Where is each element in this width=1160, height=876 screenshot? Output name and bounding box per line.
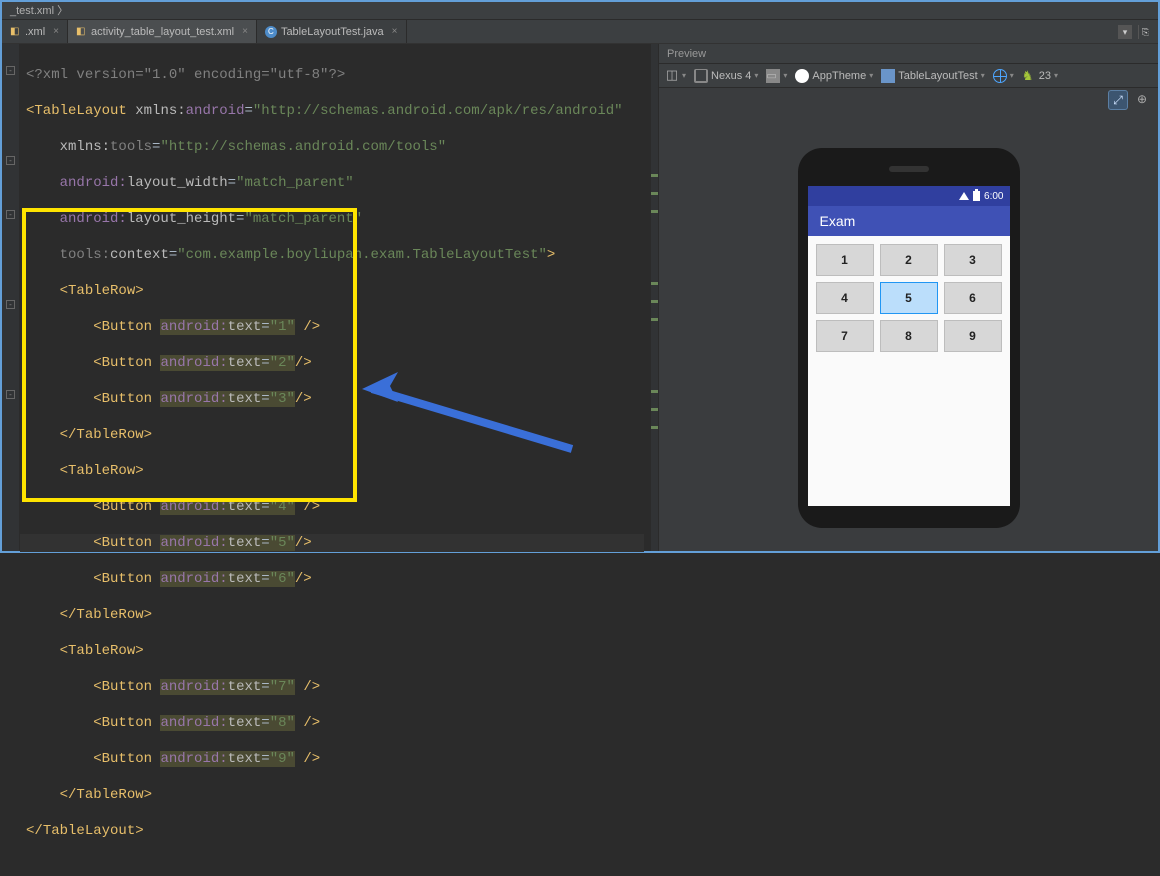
preview-toolbar: ◫▾ Nexus 4▾ ▭▾ AppTheme▾ TableLayoutTest… — [659, 64, 1158, 88]
phone-screen: 6:00 Exam 1 2 3 4 5 6 7 8 9 — [808, 186, 1010, 506]
layout-file-selector[interactable]: TableLayoutTest▾ — [881, 69, 985, 83]
tab-xml-1[interactable]: ◧ .xml × — [2, 20, 68, 43]
fold-toggle-icon[interactable]: - — [6, 66, 15, 75]
editor-gutter[interactable]: - - - - - — [2, 44, 20, 551]
editor-pane: - - - - - <?xml version="1.0" encoding="… — [2, 44, 658, 551]
marker-bar[interactable] — [650, 44, 658, 551]
fold-toggle-icon[interactable]: - — [6, 210, 15, 219]
editor-tabs: ◧ .xml × ◧ activity_table_layout_test.xm… — [2, 20, 1158, 44]
grid-button-5[interactable]: 5 — [880, 282, 938, 314]
globe-icon — [993, 69, 1007, 83]
orientation-icon: ▭ — [766, 69, 780, 83]
orientation-button[interactable]: ▭▾ — [766, 69, 787, 83]
xml-icon: ◧ — [10, 26, 21, 37]
close-icon[interactable]: × — [392, 26, 398, 37]
breadcrumb[interactable]: _test.xml 〉 — [2, 2, 1158, 20]
theme-selector[interactable]: AppTheme▾ — [795, 69, 873, 83]
button-grid: 1 2 3 4 5 6 7 8 9 — [808, 236, 1010, 360]
status-time: 6:00 — [984, 191, 1003, 202]
fold-toggle-icon[interactable]: - — [6, 300, 15, 309]
code-editor[interactable]: <?xml version="1.0" encoding="utf-8"?> <… — [20, 44, 650, 551]
preview-title[interactable]: Preview — [659, 44, 1158, 64]
tab-xml-2[interactable]: ◧ activity_table_layout_test.xml × — [68, 20, 257, 43]
status-bar: 6:00 — [808, 186, 1010, 206]
tab-java[interactable]: C TableLayoutTest.java × — [257, 20, 407, 43]
locale-selector[interactable]: ▾ — [993, 69, 1014, 83]
phone-icon — [694, 69, 708, 83]
battery-icon — [973, 191, 980, 201]
preview-pane: Preview ◫▾ Nexus 4▾ ▭▾ AppTheme▾ TableLa… — [658, 44, 1158, 551]
grid-button-1[interactable]: 1 — [816, 244, 874, 276]
fold-toggle-icon[interactable]: - — [6, 390, 15, 399]
layout-file-icon — [881, 69, 895, 83]
device-preview[interactable]: 6:00 Exam 1 2 3 4 5 6 7 8 9 — [659, 88, 1158, 551]
grid-button-8[interactable]: 8 — [880, 320, 938, 352]
close-icon[interactable]: × — [53, 26, 59, 37]
app-bar: Exam — [808, 206, 1010, 236]
tab-label: .xml — [25, 26, 45, 38]
wifi-icon — [959, 192, 969, 200]
tab-label: TableLayoutTest.java — [281, 26, 384, 38]
grid-button-7[interactable]: 7 — [816, 320, 874, 352]
app-title: Exam — [820, 213, 856, 229]
grid-button-2[interactable]: 2 — [880, 244, 938, 276]
phone-frame: 6:00 Exam 1 2 3 4 5 6 7 8 9 — [798, 148, 1020, 528]
java-icon: C — [265, 26, 277, 38]
close-icon[interactable]: × — [242, 26, 248, 37]
fold-toggle-icon[interactable]: - — [6, 156, 15, 165]
android-icon: ♞ — [1022, 69, 1036, 83]
view-mode-button[interactable]: ◫▾ — [665, 69, 686, 83]
tab-label: activity_table_layout_test.xml — [91, 26, 234, 38]
api-level-selector[interactable]: ♞23▾ — [1022, 69, 1058, 83]
theme-icon — [795, 69, 809, 83]
grid-button-4[interactable]: 4 — [816, 282, 874, 314]
device-selector[interactable]: Nexus 4▾ — [694, 69, 758, 83]
tab-toggle-button[interactable]: ⎘ — [1138, 25, 1152, 39]
grid-button-3[interactable]: 3 — [944, 244, 1002, 276]
grid-button-6[interactable]: 6 — [944, 282, 1002, 314]
xml-icon: ◧ — [76, 26, 87, 37]
grid-button-9[interactable]: 9 — [944, 320, 1002, 352]
tab-options-button[interactable]: ▾ — [1118, 25, 1132, 39]
breadcrumb-text: _test.xml 〉 — [10, 5, 68, 17]
